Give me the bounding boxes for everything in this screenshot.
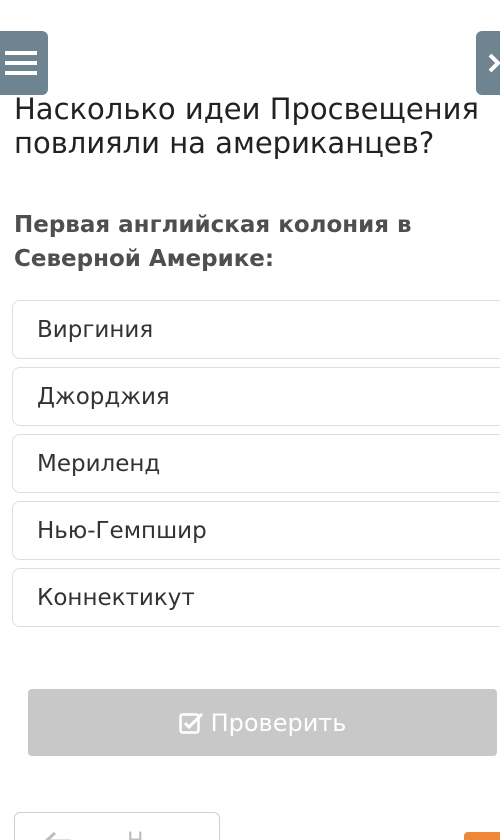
next-button[interactable] xyxy=(464,832,500,840)
menu-button[interactable] xyxy=(0,31,48,95)
check-answer-button[interactable]: Проверить xyxy=(28,689,497,756)
checkbox-check-icon xyxy=(178,711,205,735)
chevron-right-icon xyxy=(488,53,500,73)
answer-option-label: Джорджия xyxy=(37,383,170,410)
answer-option-label: Нью-Гемпшир xyxy=(37,517,207,544)
arrow-left-icon xyxy=(44,831,71,840)
answer-option[interactable]: Виргиния xyxy=(12,300,500,359)
question-title: Насколько идеи Просвещения повлияли на а… xyxy=(14,92,479,160)
check-answer-label: Проверить xyxy=(210,708,347,737)
answer-option[interactable]: Нью-Гемпшир xyxy=(12,501,500,560)
back-button-label: Н xyxy=(127,829,144,840)
next-question-button[interactable] xyxy=(476,31,500,95)
answer-option-label: Мериленд xyxy=(37,450,161,477)
answer-options: Виргиния Джорджия Мериленд Нью-Гемпшир К… xyxy=(12,300,500,635)
question-prompt: Первая английская колония в Северной Аме… xyxy=(14,212,412,272)
answer-option[interactable]: Мериленд xyxy=(12,434,500,493)
back-button[interactable]: Н xyxy=(14,812,220,840)
answer-option-label: Коннектикут xyxy=(37,584,195,611)
hamburger-menu-icon xyxy=(5,51,37,75)
quiz-page: Насколько идеи Просвещения повлияли на а… xyxy=(0,0,500,840)
answer-option-label: Виргиния xyxy=(37,316,154,343)
answer-option[interactable]: Коннектикут xyxy=(12,568,500,627)
answer-option[interactable]: Джорджия xyxy=(12,367,500,426)
